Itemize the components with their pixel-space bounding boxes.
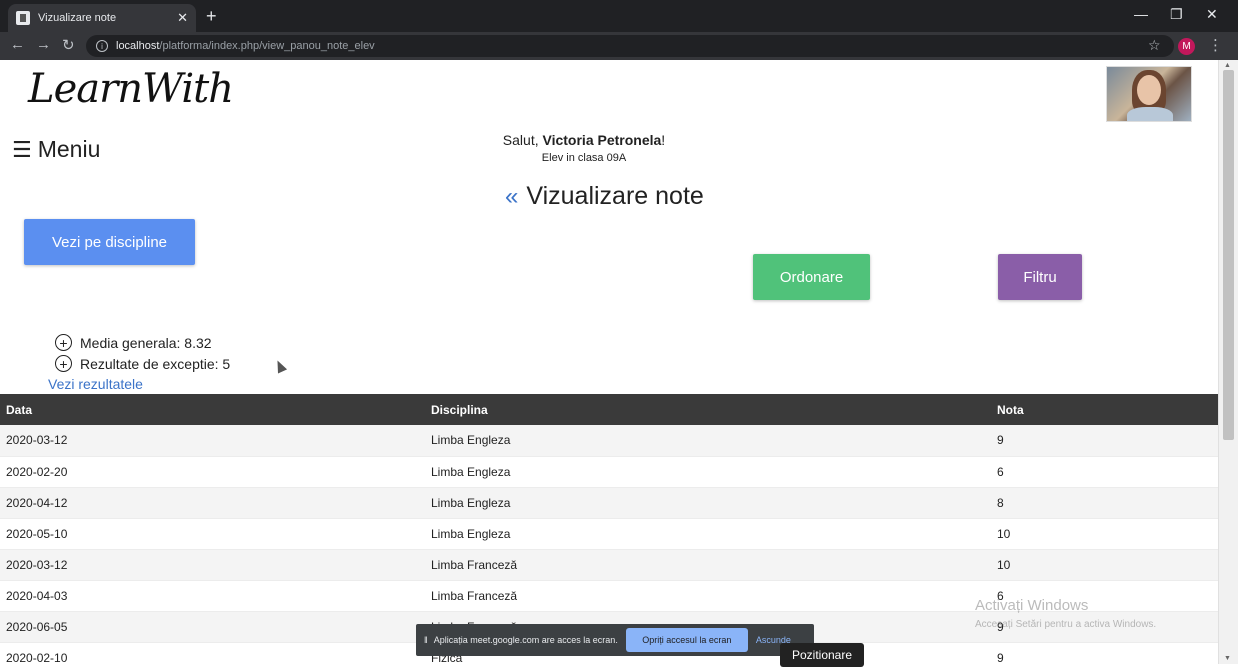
- profile-avatar-icon[interactable]: M: [1178, 38, 1195, 55]
- logo[interactable]: LearnWith: [28, 66, 234, 112]
- close-window-icon[interactable]: ✕: [1206, 6, 1218, 23]
- cell-grade: 8: [997, 495, 1004, 510]
- class-info: Elev in clasa 09A: [541, 152, 627, 164]
- header-date[interactable]: Data: [0, 394, 425, 425]
- header-grade[interactable]: Nota: [991, 394, 1218, 425]
- cell-subject: Limba Engleza: [431, 526, 511, 541]
- cell-subject: Limba Engleza: [431, 433, 511, 448]
- table-row: 2020-05-10 Limba Engleza 10: [0, 518, 1218, 549]
- stats-panel: + Media generala: 8.32 + Rezultate de ex…: [55, 332, 230, 374]
- screen-share-bar: ‖ Aplicația meet.google.com are acces la…: [416, 624, 814, 656]
- cell-subject: Limba Franceză: [431, 588, 518, 603]
- sort-button[interactable]: Ordonare: [753, 254, 870, 300]
- cell-grade: 10: [997, 526, 1011, 541]
- info-icon[interactable]: i: [96, 40, 108, 52]
- url-host: localhost: [116, 40, 160, 52]
- stop-sharing-button[interactable]: Opriți accesul la ecran: [625, 628, 748, 652]
- cell-subject: Limba Engleza: [431, 495, 511, 510]
- windows-activation-title: Activați Windows: [975, 597, 1089, 614]
- mouse-cursor-icon: [272, 358, 288, 374]
- greeting: Salut, Victoria Petronela!: [502, 132, 666, 148]
- cell-grade: 9: [997, 433, 1004, 448]
- avatar[interactable]: [1106, 66, 1192, 122]
- cell-grade: 10: [997, 557, 1011, 572]
- user-name: Victoria Petronela: [542, 132, 662, 148]
- double-chevron-left-icon[interactable]: «: [505, 183, 518, 211]
- table-header-row: Data Disciplina Nota: [0, 394, 1218, 425]
- menu-label: Meniu: [37, 136, 101, 162]
- scroll-thumb[interactable]: [1223, 70, 1234, 440]
- table-row: 2020-04-12 Limba Engleza 8: [0, 487, 1218, 518]
- cell-date: 2020-04-12: [6, 495, 68, 510]
- cell-subject: Limba Engleza: [431, 464, 511, 479]
- scroll-down-icon[interactable]: ▼: [1224, 655, 1231, 662]
- plus-circle-icon[interactable]: +: [55, 355, 72, 372]
- favicon-icon: [16, 11, 30, 25]
- cell-date: 2020-03-12: [6, 433, 68, 448]
- cell-date: 2020-05-10: [6, 526, 68, 541]
- plus-circle-icon[interactable]: +: [55, 334, 72, 351]
- cell-date: 2020-04-03: [6, 588, 68, 603]
- average-text: Media generala: 8.32: [80, 334, 212, 351]
- table-row: 2020-02-20 Limba Engleza 6: [0, 456, 1218, 487]
- browser-toolbar: ← → ↻ i localhost /platforma/index.php/v…: [0, 32, 1238, 60]
- browser-tab[interactable]: Vizualizare note ✕: [8, 4, 196, 32]
- hamburger-icon: ☰: [12, 136, 32, 162]
- forward-arrow-icon[interactable]: →: [36, 36, 51, 53]
- bookmark-star-icon[interactable]: ☆: [1148, 37, 1161, 54]
- share-status-text: Aplicația meet.google.com are acces la e…: [433, 635, 618, 645]
- windows-activation-subtitle: Accesați Setări pentru a activa Windows.: [975, 619, 1157, 630]
- table-row: 2020-03-12 Limba Franceză 10: [0, 549, 1218, 580]
- new-tab-button[interactable]: +: [206, 6, 217, 27]
- reload-icon[interactable]: ↻: [62, 36, 75, 54]
- cell-grade: 9: [997, 650, 1004, 665]
- filter-button[interactable]: Filtru: [998, 254, 1082, 300]
- tooltip: Pozitionare: [780, 643, 864, 667]
- close-tab-icon[interactable]: ✕: [177, 10, 188, 26]
- average-row[interactable]: + Media generala: 8.32: [55, 332, 230, 353]
- cell-date: 2020-03-12: [6, 557, 68, 572]
- drag-handle-icon[interactable]: ‖: [424, 635, 428, 645]
- cell-subject: Limba Franceză: [431, 557, 518, 572]
- header-subject[interactable]: Disciplina: [425, 394, 991, 425]
- page-content: LearnWith ☰ Meniu Salut, Victoria Petron…: [0, 60, 1218, 664]
- cell-grade: 6: [997, 464, 1004, 479]
- view-by-subject-button[interactable]: Vezi pe discipline: [24, 219, 195, 265]
- tab-title: Vizualizare note: [38, 12, 117, 24]
- exceptional-text: Rezultate de exceptie: 5: [80, 355, 231, 372]
- exceptional-row[interactable]: + Rezultate de exceptie: 5: [55, 353, 230, 374]
- scroll-up-icon[interactable]: ▲: [1224, 62, 1231, 69]
- restore-icon[interactable]: ❐: [1170, 6, 1183, 23]
- cell-date: 2020-06-05: [6, 619, 68, 634]
- view-results-link[interactable]: Vezi rezultatele: [48, 376, 143, 392]
- minimize-icon[interactable]: —: [1134, 6, 1148, 22]
- browser-tabbar: Vizualizare note ✕ + — ❐ ✕: [0, 0, 1238, 32]
- cell-date: 2020-02-20: [6, 464, 68, 479]
- page-title: « Vizualizare note: [505, 182, 704, 211]
- browser-menu-icon[interactable]: ⋮: [1208, 36, 1223, 54]
- cell-date: 2020-02-10: [6, 650, 68, 665]
- address-bar[interactable]: i localhost /platforma/index.php/view_pa…: [86, 35, 1174, 57]
- table-row: 2020-03-12 Limba Engleza 9: [0, 425, 1218, 456]
- back-arrow-icon[interactable]: ←: [10, 36, 25, 53]
- menu-button[interactable]: ☰ Meniu: [12, 136, 100, 163]
- page-scrollbar[interactable]: ▲ ▼: [1218, 60, 1238, 664]
- url-path: /platforma/index.php/view_panou_note_ele…: [159, 40, 375, 52]
